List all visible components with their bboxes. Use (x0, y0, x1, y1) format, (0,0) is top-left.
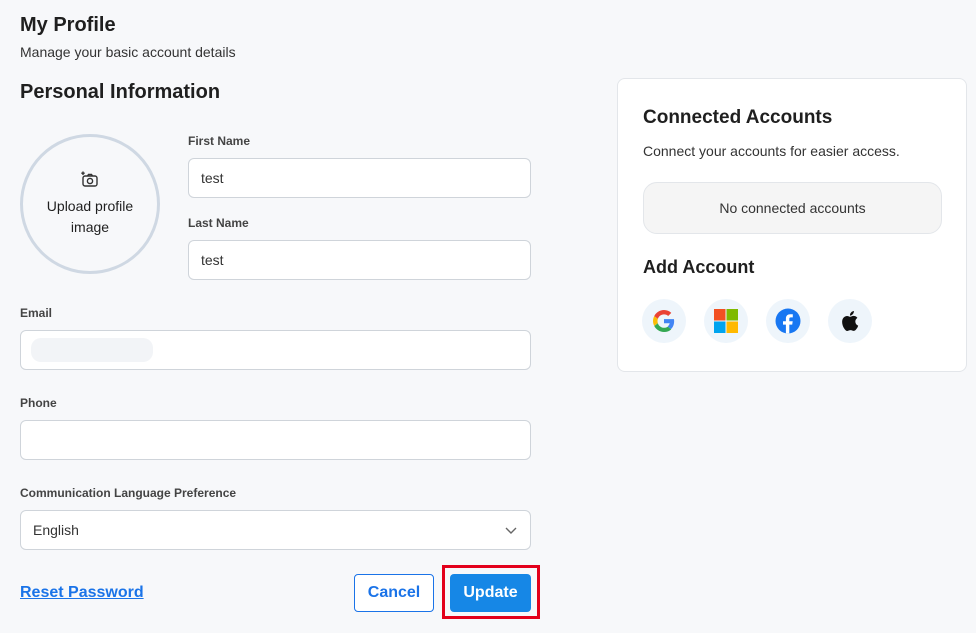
reset-password-link[interactable]: Reset Password (20, 584, 144, 602)
first-name-label: First Name (188, 134, 251, 148)
language-selected-value: English (33, 522, 79, 538)
update-button[interactable]: Update (450, 574, 531, 612)
personal-info-heading: Personal Information (20, 81, 221, 103)
phone-field[interactable] (20, 420, 531, 460)
email-label: Email (20, 306, 53, 320)
phone-label: Phone (20, 396, 57, 410)
connected-accounts-description: Connect your accounts for easier access. (643, 143, 900, 159)
google-account-button[interactable] (642, 299, 686, 343)
last-name-label: Last Name (188, 216, 249, 230)
chevron-down-icon (505, 527, 517, 534)
apple-icon (842, 311, 859, 331)
first-name-field[interactable]: test (188, 158, 531, 198)
google-icon (653, 310, 675, 332)
upload-profile-image-label: Upload profile image (46, 198, 134, 235)
last-name-field[interactable]: test (188, 240, 531, 280)
page-subtitle: Manage your basic account details (20, 44, 236, 60)
first-name-value: test (201, 170, 224, 186)
connected-accounts-title: Connected Accounts (643, 107, 833, 128)
apple-account-button[interactable] (828, 299, 872, 343)
microsoft-account-button[interactable] (704, 299, 748, 343)
facebook-account-button[interactable] (766, 299, 810, 343)
no-connected-accounts-box: No connected accounts (643, 182, 942, 234)
camera-add-icon (81, 171, 98, 187)
microsoft-icon (714, 309, 738, 333)
language-select[interactable]: English (20, 510, 531, 550)
no-connected-accounts-text: No connected accounts (719, 200, 866, 216)
email-field[interactable] (20, 330, 531, 370)
language-label: Communication Language Preference (20, 486, 237, 500)
facebook-icon (775, 308, 801, 334)
cancel-button[interactable]: Cancel (354, 574, 434, 612)
connected-accounts-card: Connected Accounts Connect your accounts… (617, 78, 967, 372)
page-title: My Profile (20, 14, 116, 36)
email-redacted-value (31, 338, 153, 362)
upload-profile-image-button[interactable]: Upload profile image (20, 134, 160, 274)
last-name-value: test (201, 252, 224, 268)
add-account-title: Add Account (643, 257, 755, 277)
